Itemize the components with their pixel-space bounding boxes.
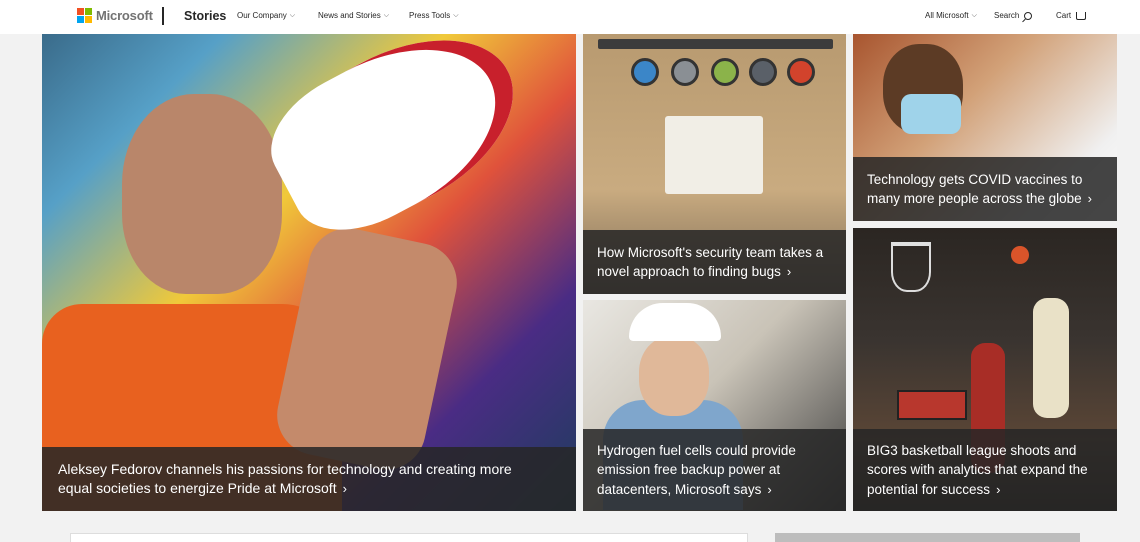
story-caption-text: BIG3 basketball league shoots and scores… <box>867 441 1103 500</box>
cart-label: Cart <box>1056 11 1072 20</box>
content-card <box>70 533 748 542</box>
story-image-detail <box>901 94 961 134</box>
story-caption[interactable]: Technology gets COVID vaccines to many m… <box>853 157 1117 221</box>
chevron-down-icon: ⌵ <box>971 11 977 19</box>
story-image-detail <box>631 58 659 86</box>
story-image-detail <box>1011 246 1029 264</box>
story-tile-hydrogen[interactable]: Hydrogen fuel cells could provide emissi… <box>583 300 846 511</box>
story-caption[interactable]: BIG3 basketball league shoots and scores… <box>853 429 1117 511</box>
cart-icon <box>1076 11 1087 20</box>
story-image-detail <box>269 220 465 478</box>
microsoft-logo[interactable]: Microsoft <box>77 8 153 23</box>
all-microsoft-label: All Microsoft <box>925 11 969 20</box>
nav-news-and-stories-label: News and Stories <box>318 11 381 20</box>
story-caption-text: Hydrogen fuel cells could provide emissi… <box>597 441 832 500</box>
story-tile-security[interactable]: How Microsoft's security team takes a no… <box>583 34 846 294</box>
story-image-detail <box>122 94 282 294</box>
story-caption-label: BIG3 basketball league shoots and scores… <box>867 442 1088 497</box>
site-header: Microsoft Stories Our Company ⌵ News and… <box>0 0 1140 34</box>
story-image-detail <box>897 390 967 420</box>
story-caption[interactable]: Hydrogen fuel cells could provide emissi… <box>583 429 846 511</box>
story-image <box>891 242 931 292</box>
story-image <box>598 39 833 49</box>
nav-press-tools-label: Press Tools <box>409 11 451 20</box>
microsoft-logo-icon <box>77 8 92 23</box>
chevron-right-icon: › <box>342 481 347 496</box>
story-caption-text: How Microsoft's security team takes a no… <box>597 243 832 282</box>
search-button[interactable]: Search <box>994 11 1033 20</box>
story-image-detail <box>251 34 543 254</box>
promo-banner <box>775 533 1080 542</box>
search-icon <box>1024 11 1033 20</box>
chevron-down-icon: ⌵ <box>383 11 390 19</box>
story-tile-basketball[interactable]: BIG3 basketball league shoots and scores… <box>853 228 1117 511</box>
chevron-down-icon: ⌵ <box>289 11 296 19</box>
nav-our-company[interactable]: Our Company ⌵ <box>237 11 295 20</box>
story-image-detail <box>629 303 721 341</box>
story-caption-text: Technology gets COVID vaccines to many m… <box>867 170 1103 209</box>
story-tile-covid[interactable]: Technology gets COVID vaccines to many m… <box>853 34 1117 221</box>
story-caption-text: Aleksey Fedorov channels his passions fo… <box>58 460 536 499</box>
story-caption[interactable]: How Microsoft's security team takes a no… <box>583 230 846 294</box>
chevron-right-icon: › <box>767 481 772 497</box>
story-image-detail <box>711 58 739 86</box>
nav-news-and-stories[interactable]: News and Stories ⌵ <box>318 11 389 20</box>
stories-link[interactable]: Stories <box>184 9 226 23</box>
story-image-detail <box>671 58 699 86</box>
cart-button[interactable]: Cart <box>1056 11 1087 20</box>
story-image-detail <box>639 336 709 416</box>
story-image-detail <box>787 58 815 86</box>
nav-press-tools[interactable]: Press Tools ⌵ <box>409 11 459 20</box>
search-label: Search <box>994 11 1020 20</box>
chevron-down-icon: ⌵ <box>453 11 459 19</box>
chevron-right-icon: › <box>996 481 1001 497</box>
story-tile-pride[interactable]: Aleksey Fedorov channels his passions fo… <box>42 34 576 511</box>
story-caption-label: Aleksey Fedorov channels his passions fo… <box>58 460 512 497</box>
story-caption[interactable]: Aleksey Fedorov channels his passions fo… <box>42 447 576 511</box>
chevron-right-icon: › <box>786 264 792 279</box>
header-divider <box>162 7 164 25</box>
chevron-right-icon: › <box>1087 191 1092 206</box>
story-image-detail <box>1033 298 1069 418</box>
story-image-detail <box>749 58 777 86</box>
logo-text: Microsoft <box>96 8 153 23</box>
all-microsoft-menu[interactable]: All Microsoft ⌵ <box>925 11 977 20</box>
story-image-detail <box>665 116 763 194</box>
nav-our-company-label: Our Company <box>237 11 287 20</box>
story-caption-label: Technology gets COVID vaccines to many m… <box>867 171 1083 207</box>
